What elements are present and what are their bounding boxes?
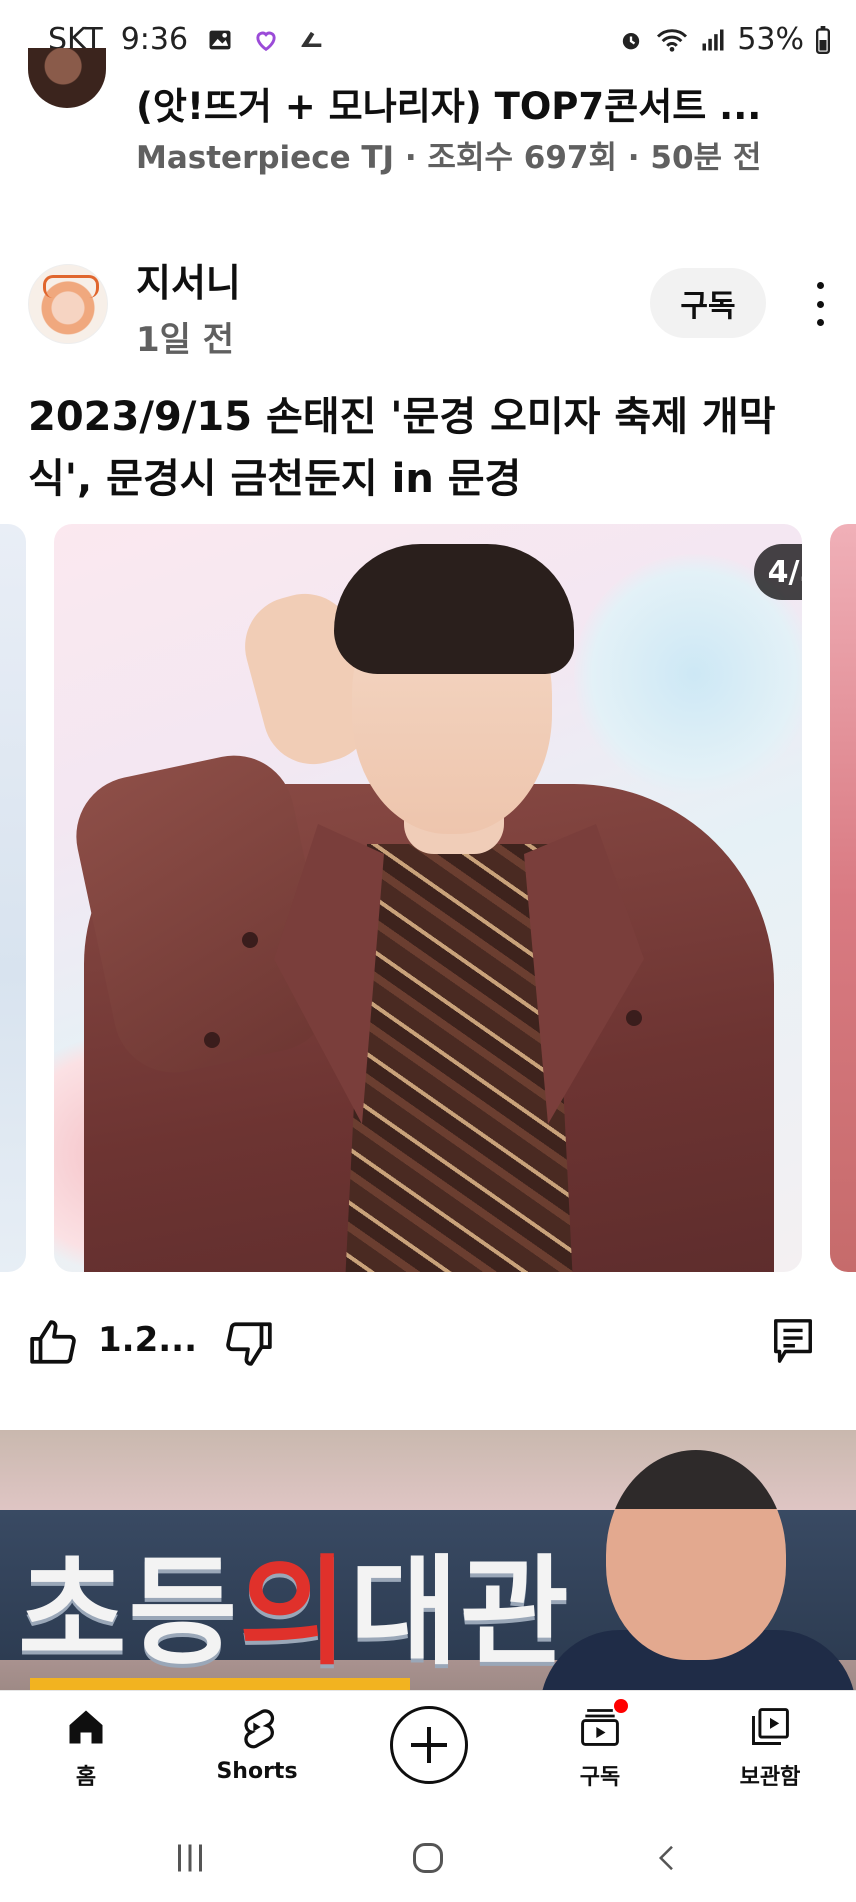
shoe-icon <box>301 31 322 47</box>
nav-library[interactable]: 보관함 <box>700 1705 840 1791</box>
subscribe-button[interactable]: 구독 <box>650 268 766 338</box>
post-time: 1일 전 <box>136 320 235 360</box>
nav-library-label: 보관함 <box>739 1765 801 1790</box>
nav-subscriptions-label: 구독 <box>579 1765 621 1790</box>
next-video-thumbnail[interactable]: 초등의대관 <box>0 1430 856 1690</box>
previous-channel-avatar[interactable] <box>28 48 106 108</box>
home-icon <box>69 1710 103 1744</box>
battery-icon <box>816 25 830 54</box>
subscriptions-icon <box>581 1709 619 1746</box>
image-counter: 4/5 <box>754 544 802 600</box>
comment-icon[interactable] <box>770 1314 816 1366</box>
app-heart-icon <box>256 31 276 51</box>
system-navigation <box>0 1830 856 1902</box>
channel-name[interactable]: 지서니 <box>136 252 241 307</box>
status-bar: SKT 9:36 53% <box>0 0 856 84</box>
thumbnail-caption-strip <box>30 1678 410 1690</box>
clock: 9:36 <box>120 22 189 57</box>
thumbnail-text: 초등의대관 <box>18 1543 571 1681</box>
previous-video-meta: Masterpiece TJ · 조회수 697회 · 50분 전 <box>136 140 762 176</box>
jacket-button <box>242 932 258 948</box>
nav-home-label: 홈 <box>75 1765 97 1790</box>
jacket-button <box>626 1010 642 1026</box>
library-icon <box>752 1708 789 1745</box>
like-count: 1.2... <box>98 1320 197 1360</box>
nav-home[interactable]: 홈 <box>16 1705 156 1791</box>
more-vert-icon[interactable] <box>808 282 832 326</box>
signal-icon <box>702 29 724 50</box>
nav-shorts-label: Shorts <box>216 1759 298 1784</box>
battery-percent: 53% <box>737 22 804 57</box>
nav-subscriptions[interactable]: 구독 <box>530 1699 670 1791</box>
previous-video-title[interactable]: (앗!뜨거 + 모나리자) TOP7콘서트 ... <box>136 76 761 130</box>
status-right: 53% <box>617 22 832 57</box>
create-icon[interactable] <box>390 1706 468 1784</box>
post-text: 2023/9/15 손태진 '문경 오미자 축제 개막식', 문경시 금천둔지 … <box>28 394 776 502</box>
thumb-up-icon[interactable] <box>28 1318 78 1368</box>
image-carousel[interactable]: 4/5 <box>0 524 856 1272</box>
person-head <box>606 1450 786 1660</box>
recent-apps-icon[interactable] <box>172 1838 208 1878</box>
post-image[interactable]: 4/5 <box>54 524 802 1272</box>
nav-shorts[interactable]: Shorts <box>187 1705 327 1784</box>
notification-dot <box>614 1699 628 1713</box>
home-button-icon[interactable] <box>410 1838 446 1878</box>
alarm-icon <box>623 32 640 49</box>
wifi-icon <box>657 28 688 52</box>
hair <box>334 544 574 674</box>
jacket-button <box>204 1032 220 1048</box>
shorts-icon <box>244 1709 275 1749</box>
previous-image-peek[interactable] <box>0 524 26 1272</box>
back-icon[interactable] <box>652 1838 682 1878</box>
thumb-down-icon[interactable] <box>224 1318 274 1368</box>
gallery-icon <box>209 30 231 49</box>
channel-avatar[interactable] <box>28 264 108 344</box>
next-image-peek[interactable] <box>830 524 856 1272</box>
